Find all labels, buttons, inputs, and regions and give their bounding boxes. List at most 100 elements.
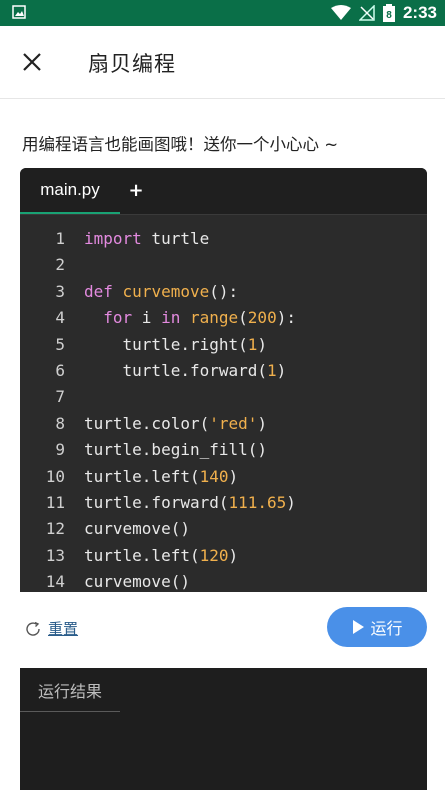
code-line[interactable]: 14 curvemove(): [20, 569, 427, 592]
refresh-icon: [26, 621, 40, 636]
line-number: 4: [55, 308, 65, 328]
line-number: 5: [55, 334, 65, 354]
code-line[interactable]: 13 turtle.left(120): [20, 543, 427, 569]
status-bar: 8 2:33: [0, 0, 445, 26]
line-number: 1: [55, 229, 65, 248]
clock: 2:33: [402, 3, 437, 22]
reset-button[interactable]: 重置: [24, 618, 78, 639]
line-source: turtle.forward(1): [84, 358, 287, 384]
code-token: ): [228, 545, 239, 565]
result-panel: 运行结果: [20, 668, 427, 790]
code-token: turtle.color(: [84, 413, 210, 433]
line-number: 12: [45, 519, 65, 539]
code-line[interactable]: 10 turtle.left(140): [20, 464, 427, 490]
code-line[interactable]: 11 turtle.forward(111.65): [20, 490, 427, 516]
code-token: def: [84, 281, 113, 301]
code-editor[interactable]: main.py + 1 import turtle 2 3 def curvemove(…: [20, 168, 427, 592]
code-token: ):: [276, 308, 296, 328]
code-token: 1: [247, 334, 258, 354]
code-token: turtle.right(: [84, 334, 248, 354]
code-line[interactable]: 1 import turtle: [20, 226, 427, 252]
code-token: curvemove(): [84, 572, 190, 592]
wifi-icon: [330, 5, 351, 20]
code-token: turtle.forward(: [84, 492, 229, 512]
line-number: 3: [55, 281, 65, 301]
line-number: 6: [55, 360, 65, 380]
line-source: turtle.right(1): [84, 332, 268, 358]
line-source: import turtle: [84, 226, 209, 252]
code-token: curvemove: [122, 281, 210, 301]
code-line[interactable]: 8 turtle.color('red'): [20, 411, 427, 437]
run-label: 运行: [370, 619, 403, 638]
line-source: def curvemove():: [84, 279, 238, 305]
code-token: ():: [209, 281, 239, 301]
close-icon[interactable]: [18, 48, 46, 76]
editor-tab-bar: main.py +: [20, 168, 427, 215]
code-line[interactable]: 6 turtle.forward(1): [20, 358, 427, 384]
line-source: for i in range(200):: [84, 305, 296, 331]
code-token: ): [228, 466, 239, 486]
code-token: ): [276, 360, 287, 380]
code-token: for: [103, 308, 133, 328]
code-token: 'red': [209, 413, 258, 433]
line-number: 7: [55, 387, 65, 407]
line-source: turtle.color('red'): [84, 411, 267, 437]
code-token: range: [189, 308, 239, 328]
line-number: 11: [45, 492, 65, 512]
code-token: turtle.forward(: [84, 360, 268, 380]
battery-icon: 8: [382, 4, 395, 22]
code-token: (: [238, 308, 248, 328]
code-token: 120: [199, 545, 229, 565]
line-source: turtle.left(140): [84, 464, 238, 490]
reset-label: 重置: [48, 620, 79, 638]
code-line[interactable]: 12 curvemove(): [20, 516, 427, 542]
code-lines[interactable]: 1 import turtle 2 3 def curvemove(): 4 for i …: [20, 226, 427, 592]
add-tab-button[interactable]: +: [124, 168, 148, 212]
tab-main-py[interactable]: main.py: [20, 168, 120, 214]
code-token: curvemove(): [84, 519, 190, 539]
app-bar: 扇贝编程: [0, 26, 445, 99]
code-line[interactable]: 2: [20, 252, 427, 278]
code-token: ): [257, 334, 268, 354]
play-icon: [353, 620, 365, 634]
line-number: 2: [55, 255, 65, 275]
line-source: turtle.forward(111.65): [84, 490, 296, 516]
code-token: import: [84, 229, 142, 248]
code-token: ): [257, 413, 268, 433]
code-token: i: [132, 308, 162, 328]
code-line[interactable]: 9 turtle.begin_fill(): [20, 437, 427, 463]
code-token: 140: [199, 466, 229, 486]
line-number: 14: [45, 572, 65, 592]
code-token: turtle.left(: [84, 545, 200, 565]
code-line[interactable]: 5 turtle.right(1): [20, 332, 427, 358]
line-number: 8: [55, 413, 65, 433]
code-token: turtle: [141, 229, 210, 248]
line-source: turtle.left(120): [84, 543, 238, 569]
line-number: 13: [45, 545, 65, 565]
code-token: turtle.left(: [84, 466, 200, 486]
code-token: turtle.begin_fill(): [84, 440, 268, 460]
line-number: 9: [55, 440, 65, 460]
line-number: 10: [45, 466, 65, 486]
line-source: curvemove(): [84, 516, 190, 542]
gallery-notification-icon: [12, 5, 26, 19]
line-source: curvemove(): [84, 569, 190, 592]
code-token: 200: [247, 308, 277, 328]
code-line[interactable]: 7: [20, 384, 427, 410]
code-token: 1: [267, 360, 277, 380]
tab-run-result: 运行结果: [20, 668, 120, 712]
page-title: 扇贝编程: [88, 52, 176, 76]
lesson-prompt: 用编程语言也能画图哦！送你一个小心心 ~: [22, 135, 339, 154]
code-token: ): [286, 492, 296, 512]
run-button[interactable]: 运行: [327, 607, 427, 647]
code-token: in: [161, 308, 181, 328]
signal-icon: [358, 5, 375, 21]
code-line[interactable]: 4 for i in range(200):: [20, 305, 427, 331]
line-source: turtle.begin_fill(): [84, 437, 267, 463]
code-token: 111.65: [228, 492, 287, 512]
code-line[interactable]: 3 def curvemove():: [20, 279, 427, 305]
svg-text:8: 8: [386, 10, 392, 21]
